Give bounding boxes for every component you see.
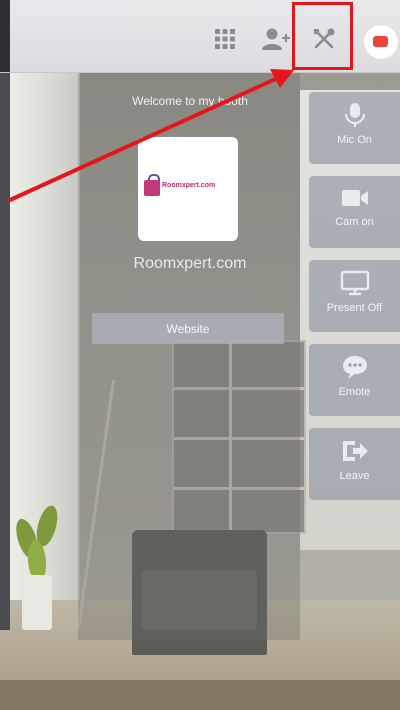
- present-label: Present Off: [326, 302, 383, 314]
- grid-icon[interactable]: [212, 26, 238, 52]
- booth-logo: Roomxpert.com: [138, 137, 238, 241]
- present-button[interactable]: Present Off: [309, 260, 400, 332]
- chat-bubble-icon: [342, 356, 367, 379]
- emote-label: Emote: [338, 386, 371, 398]
- welcome-text: Welcome to my booth: [132, 94, 248, 108]
- avatar[interactable]: [363, 24, 399, 60]
- add-user-icon[interactable]: [261, 26, 291, 52]
- mic-label: Mic On: [337, 134, 372, 146]
- camera-icon: [341, 190, 368, 206]
- booth-site-name: Roomxpert.com: [133, 255, 247, 272]
- leave-button[interactable]: Leave: [309, 428, 400, 500]
- emote-button[interactable]: Emote: [309, 344, 400, 416]
- control-rail: Mic On Cam on Present Off Emote Leave: [309, 92, 400, 502]
- exit-icon: [342, 441, 368, 461]
- left-panel-edge: [0, 70, 10, 630]
- topbar-edge: [0, 0, 10, 72]
- mic-button[interactable]: Mic On: [309, 92, 400, 164]
- logo-text: Roomxpert.com: [162, 182, 216, 189]
- camera-label: Cam on: [335, 216, 374, 228]
- microphone-icon: [344, 103, 365, 127]
- floor-edge: [0, 680, 400, 710]
- camera-button[interactable]: Cam on: [309, 176, 400, 248]
- leave-label: Leave: [339, 470, 370, 482]
- tools-highlight-box: [292, 2, 353, 70]
- website-button[interactable]: Website: [92, 313, 284, 344]
- monitor-icon: [340, 270, 369, 296]
